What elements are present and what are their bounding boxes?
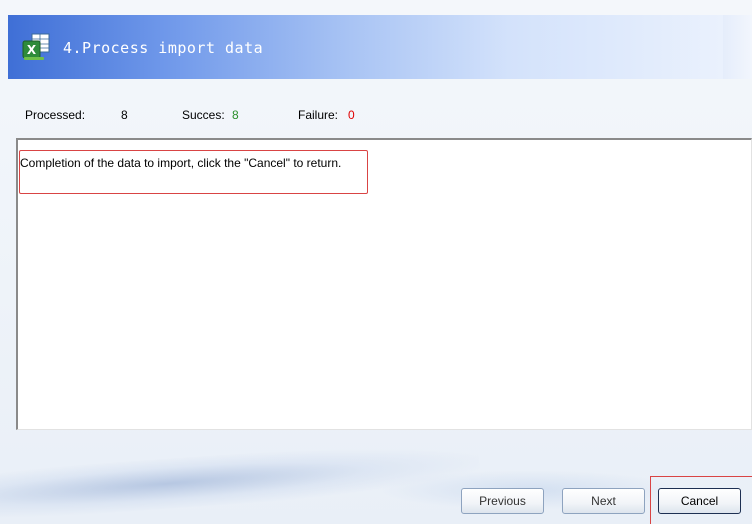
failure-value: 0 bbox=[348, 108, 355, 122]
page-title: 4.Process import data bbox=[63, 39, 264, 57]
previous-button[interactable]: Previous bbox=[461, 488, 544, 514]
processed-value: 8 bbox=[121, 108, 128, 122]
failure-label: Failure: bbox=[298, 108, 339, 122]
wizard-header: X 4.Process import data bbox=[8, 15, 723, 79]
svg-text:X: X bbox=[27, 43, 37, 57]
log-message: Completion of the data to import, click … bbox=[20, 156, 342, 170]
import-stats: Processed: 8 Succes: 8 Failure: 0 bbox=[8, 100, 752, 130]
header-edge bbox=[723, 15, 752, 79]
processed-label: Processed: bbox=[25, 108, 86, 122]
success-value: 8 bbox=[232, 108, 239, 122]
next-button[interactable]: Next bbox=[562, 488, 645, 514]
cancel-highlight bbox=[650, 476, 752, 524]
excel-icon: X bbox=[21, 32, 51, 62]
success-label: Succes: bbox=[182, 108, 225, 122]
import-log-box[interactable]: Completion of the data to import, click … bbox=[16, 138, 752, 430]
